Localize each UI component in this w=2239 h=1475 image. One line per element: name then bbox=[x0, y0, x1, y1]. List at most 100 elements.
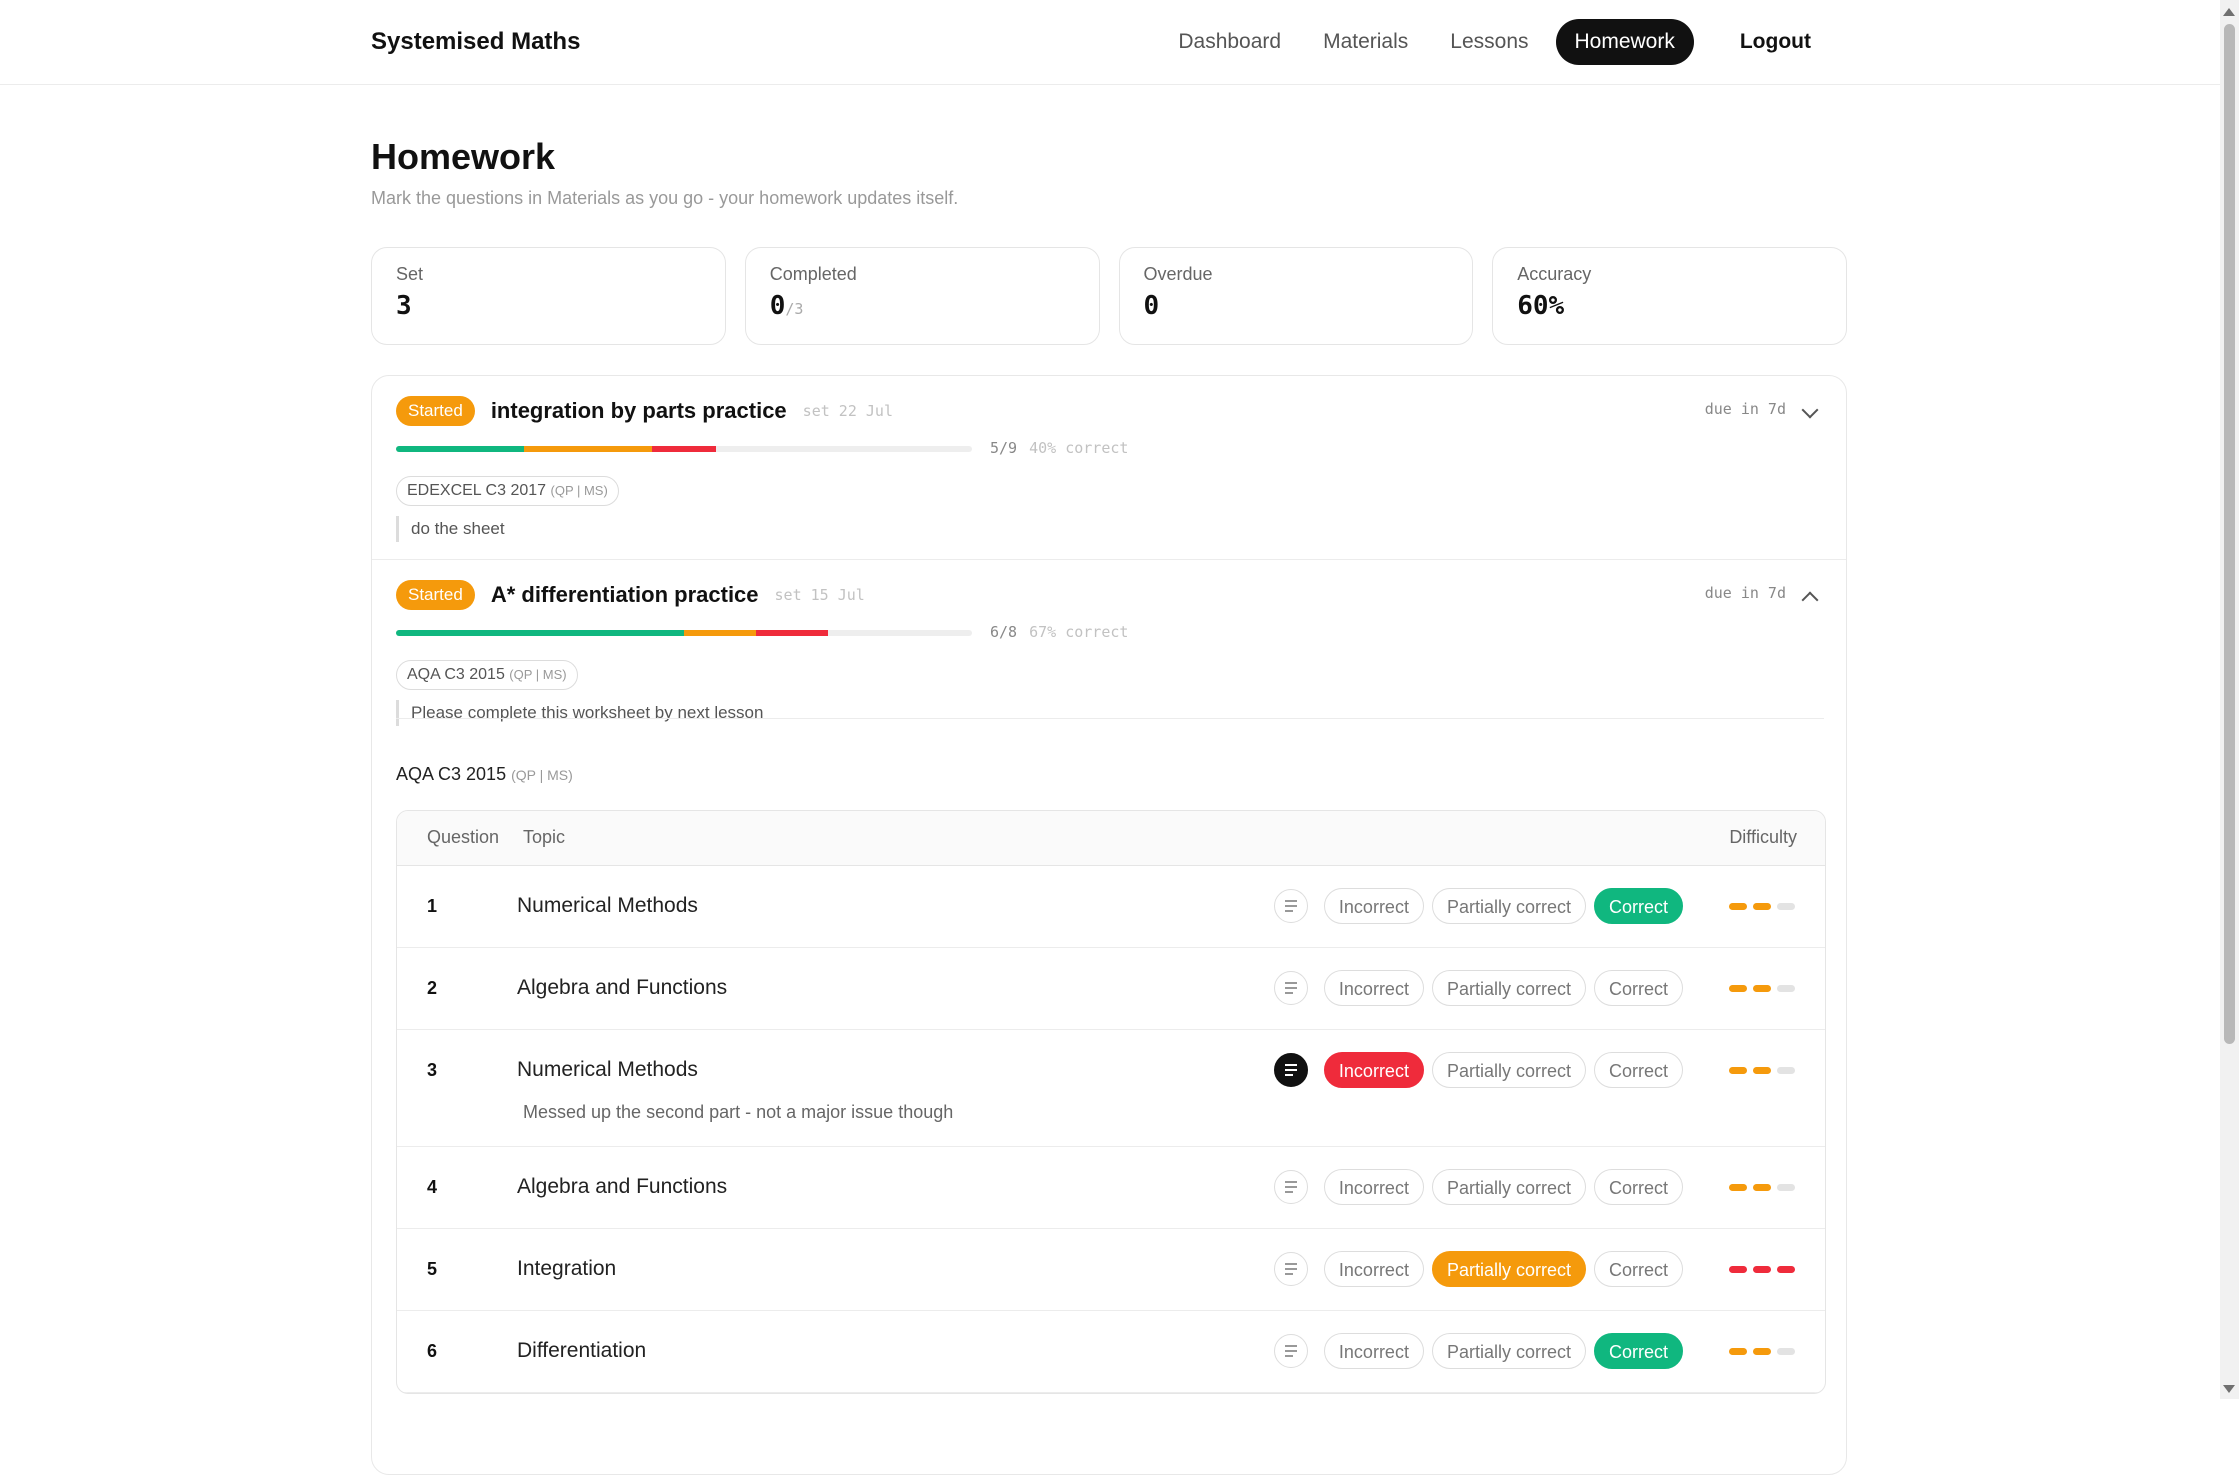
homework-set-date: set 15 Jul bbox=[774, 586, 865, 604]
difficulty-dot bbox=[1777, 1266, 1795, 1273]
nav-lessons[interactable]: Lessons bbox=[1429, 19, 1549, 65]
homework-set-date: set 22 Jul bbox=[802, 402, 893, 420]
progress-correct bbox=[396, 446, 524, 452]
progress-partial bbox=[684, 630, 756, 636]
correct-button[interactable]: Correct bbox=[1593, 970, 1683, 1006]
question-number: 1 bbox=[427, 896, 438, 916]
difficulty-indicator bbox=[1729, 903, 1795, 910]
page-title: Homework bbox=[371, 136, 556, 177]
partially-correct-button[interactable]: Partially correct bbox=[1431, 1052, 1586, 1088]
incorrect-button[interactable]: Incorrect bbox=[1323, 1251, 1424, 1287]
homework-due: due in 7d bbox=[1704, 400, 1786, 418]
section-paper-name: AQA C3 2015 bbox=[396, 764, 507, 784]
header-topic: Topic bbox=[523, 827, 566, 847]
correct-button[interactable]: Correct bbox=[1593, 888, 1683, 924]
chevron-up-icon[interactable] bbox=[1801, 591, 1819, 609]
correct-button[interactable]: Correct bbox=[1593, 1251, 1683, 1287]
paper-sub: (QP | MS) bbox=[509, 667, 567, 682]
difficulty-dot bbox=[1777, 1348, 1795, 1355]
status-badge: Started bbox=[396, 396, 475, 426]
question-topic: Integration bbox=[517, 1257, 617, 1280]
homework-item[interactable]: Started integration by parts practice se… bbox=[372, 376, 1846, 560]
correct-button[interactable]: Correct bbox=[1593, 1052, 1683, 1088]
stat-value: 0/3 bbox=[770, 291, 1075, 321]
note-icon[interactable] bbox=[1273, 1170, 1308, 1204]
brand-logo[interactable]: Systemised Maths bbox=[371, 28, 580, 56]
progress-correct bbox=[396, 630, 684, 636]
incorrect-button[interactable]: Incorrect bbox=[1323, 1169, 1424, 1205]
nav-materials[interactable]: Materials bbox=[1302, 19, 1429, 65]
incorrect-button[interactable]: Incorrect bbox=[1323, 888, 1424, 924]
stat-label: Accuracy bbox=[1517, 264, 1592, 284]
homework-title: A* differentiation practice bbox=[490, 582, 759, 607]
lines-icon bbox=[1284, 900, 1297, 912]
table-row: 2 Algebra and Functions Incorrect Partially… bbox=[397, 948, 1825, 1030]
difficulty-dot bbox=[1753, 985, 1771, 992]
homework-note: Please complete this worksheet by next l… bbox=[396, 700, 763, 726]
note-icon[interactable] bbox=[1273, 889, 1308, 923]
note-icon[interactable] bbox=[1273, 1053, 1308, 1087]
nav-links: Dashboard Materials Lessons Homework Log… bbox=[1157, 19, 1832, 65]
scroll-down-icon[interactable] bbox=[2223, 1385, 2235, 1393]
stat-number: 0 bbox=[769, 291, 786, 321]
stats-row: Set 3 Completed 0/3 Overdue 0 Accuracy 6… bbox=[371, 247, 1847, 345]
partially-correct-button[interactable]: Partially correct bbox=[1431, 888, 1586, 924]
table-row: 6 Differentiation Incorrect Partially corre… bbox=[397, 1311, 1825, 1393]
scroll-up-icon[interactable] bbox=[2223, 8, 2235, 16]
progress-count: 6/8 bbox=[990, 623, 1018, 641]
note-icon[interactable] bbox=[1273, 1334, 1308, 1368]
correct-button[interactable]: Correct bbox=[1593, 1169, 1683, 1205]
question-note: Messed up the second part - not a major … bbox=[523, 1102, 954, 1122]
partially-correct-button[interactable]: Partially correct bbox=[1431, 1333, 1586, 1369]
lines-icon bbox=[1284, 1345, 1297, 1357]
partially-correct-button[interactable]: Partially correct bbox=[1431, 1169, 1586, 1205]
paper-name: AQA C3 2015 bbox=[407, 666, 505, 683]
correct-button[interactable]: Correct bbox=[1593, 1333, 1683, 1369]
mark-actions: Incorrect Partially correct Correct bbox=[1273, 1333, 1683, 1369]
difficulty-indicator bbox=[1729, 1348, 1795, 1355]
table-row: 4 Algebra and Functions Incorrect Partially… bbox=[397, 1147, 1825, 1229]
table-row: 1 Numerical Methods Incorrect Partially cor… bbox=[397, 866, 1825, 948]
progress-text: 5/9 40% correct bbox=[990, 439, 1128, 457]
difficulty-dot bbox=[1753, 1184, 1771, 1191]
stat-value: 60% bbox=[1517, 291, 1565, 321]
stat-value: 3 bbox=[396, 291, 412, 321]
incorrect-button[interactable]: Incorrect bbox=[1323, 1052, 1424, 1088]
mark-actions: Incorrect Partially correct Correct bbox=[1273, 1251, 1683, 1287]
question-topic: Numerical Methods bbox=[517, 894, 698, 917]
difficulty-dot bbox=[1777, 1067, 1795, 1074]
paper-chip[interactable]: AQA C3 2015 (QP | MS) bbox=[396, 660, 578, 690]
progress-accuracy: 67% correct bbox=[1029, 623, 1129, 641]
stat-set: Set 3 bbox=[371, 247, 726, 345]
stat-accuracy: Accuracy 60% bbox=[1492, 247, 1847, 345]
partially-correct-button[interactable]: Partially correct bbox=[1431, 1251, 1586, 1287]
difficulty-dot bbox=[1729, 1184, 1747, 1191]
stat-value: 0 bbox=[1143, 291, 1160, 321]
note-icon[interactable] bbox=[1273, 1252, 1308, 1286]
partially-correct-button[interactable]: Partially correct bbox=[1431, 970, 1586, 1006]
nav-dashboard[interactable]: Dashboard bbox=[1157, 19, 1302, 65]
progress-partial bbox=[524, 446, 652, 452]
paper-sub: (QP | MS) bbox=[550, 483, 608, 498]
page-scrollbar[interactable] bbox=[2220, 0, 2239, 1399]
chevron-down-icon[interactable] bbox=[1801, 401, 1819, 419]
question-topic: Algebra and Functions bbox=[517, 1175, 728, 1198]
stat-label: Set bbox=[396, 264, 424, 284]
section-paper-sub: (QP | MS) bbox=[511, 767, 573, 783]
paper-name: EDEXCEL C3 2017 bbox=[407, 482, 547, 499]
difficulty-indicator bbox=[1729, 985, 1795, 992]
incorrect-button[interactable]: Incorrect bbox=[1323, 1333, 1424, 1369]
question-number: 6 bbox=[427, 1341, 438, 1361]
header-question: Question bbox=[427, 827, 500, 847]
lines-icon bbox=[1284, 1181, 1297, 1193]
divider bbox=[396, 718, 1824, 719]
difficulty-dot bbox=[1777, 1184, 1795, 1191]
note-icon[interactable] bbox=[1273, 971, 1308, 1005]
incorrect-button[interactable]: Incorrect bbox=[1323, 970, 1424, 1006]
nav-homework[interactable]: Homework bbox=[1555, 19, 1694, 65]
progress-bar bbox=[396, 446, 972, 452]
progress-text: 6/8 67% correct bbox=[990, 623, 1128, 641]
paper-chip[interactable]: EDEXCEL C3 2017 (QP | MS) bbox=[396, 476, 619, 506]
logout-button[interactable]: Logout bbox=[1719, 19, 1832, 65]
scroll-thumb[interactable] bbox=[2224, 24, 2235, 1044]
